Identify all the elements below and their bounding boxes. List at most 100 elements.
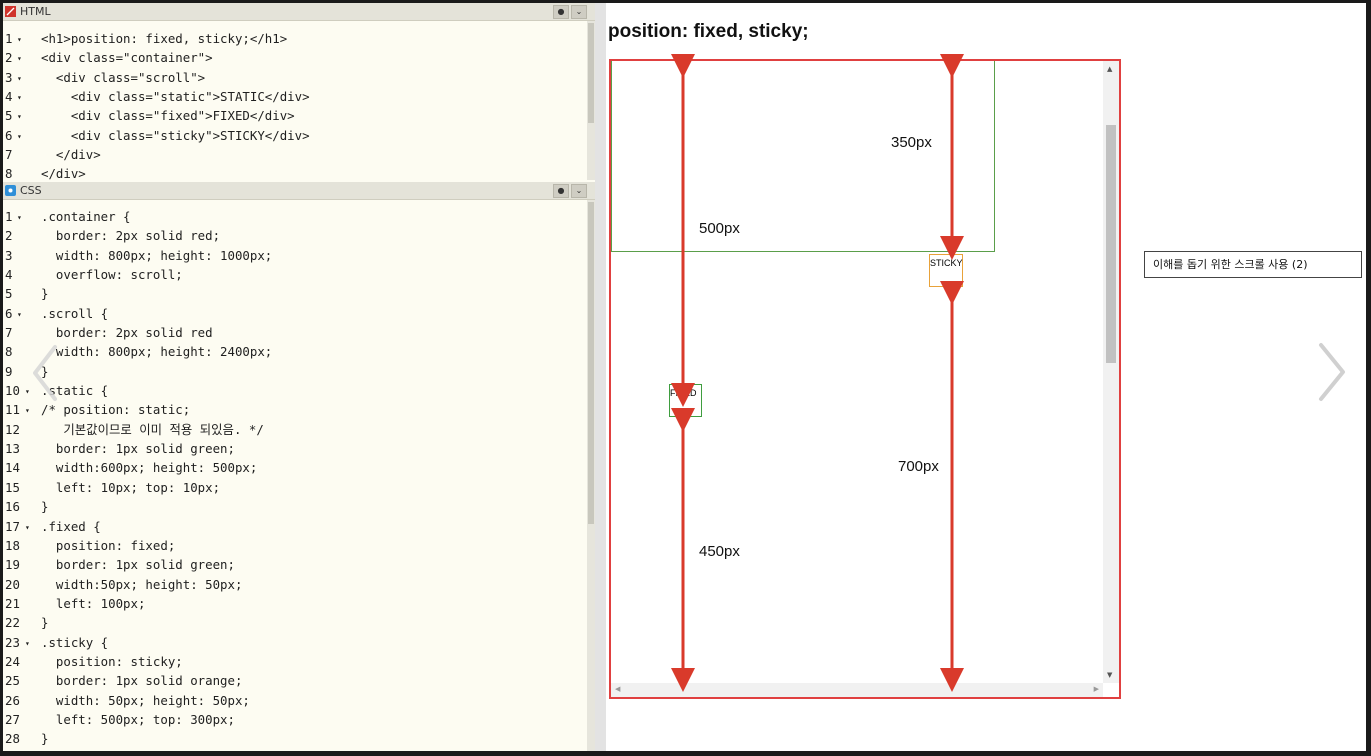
fold-caret-icon[interactable]: ▾ <box>17 208 22 227</box>
gear-icon[interactable]: ● <box>553 184 569 198</box>
code-line[interactable]: 6 ▾ .scroll { <box>3 304 587 323</box>
code-line[interactable]: 4 ▾ <div class="static">STATIC</div> <box>3 87 587 106</box>
line-number: 28 <box>5 731 20 747</box>
code-line[interactable]: 23 ▾ .sticky { <box>3 633 587 652</box>
line-number: 8 <box>5 166 13 182</box>
fold-caret-icon[interactable]: ▾ <box>17 305 22 324</box>
html-editor[interactable]: 1 ▾ <h1>position: fixed, sticky;</h1> 2 ▾ <di… <box>3 29 587 184</box>
fold-caret-icon[interactable]: ▾ <box>17 88 22 107</box>
line-number: 12 <box>5 421 20 437</box>
gear-icon[interactable]: ● <box>553 5 569 19</box>
css-editor-scrollbar[interactable] <box>587 200 595 751</box>
code-line[interactable]: 13 border: 1px solid green; <box>3 439 587 458</box>
fold-caret-icon[interactable]: ▾ <box>17 127 22 146</box>
code-text: position: fixed; <box>41 537 176 553</box>
fold-caret-icon[interactable]: ▾ <box>25 634 30 653</box>
editor-column: HTML ● ⌄ 1 ▾ <h1>position: fixed, sticky;<… <box>3 3 595 751</box>
html-icon <box>5 6 16 17</box>
code-line[interactable]: 27 left: 500px; top: 300px; <box>3 710 587 729</box>
css-icon <box>5 185 16 196</box>
code-line[interactable]: 5} <box>3 284 587 303</box>
css-pane-title: CSS <box>20 184 42 197</box>
fold-caret-icon[interactable]: ▾ <box>17 69 22 88</box>
code-text: width: 50px; height: 50px; <box>41 692 250 708</box>
code-line[interactable]: 21 left: 100px; <box>3 594 587 613</box>
code-text: <div class="scroll"> <box>41 69 206 85</box>
code-line[interactable]: 3 ▾ <div class="scroll"> <box>3 68 587 87</box>
code-line[interactable]: 24 position: sticky; <box>3 652 587 671</box>
code-text: <div class="sticky">STICKY</div> <box>41 127 310 143</box>
fold-caret-icon[interactable]: ▾ <box>17 107 22 126</box>
line-number: 3 <box>5 247 13 263</box>
code-line[interactable]: 7 border: 2px solid red <box>3 323 587 342</box>
code-text: border: 1px solid green; <box>41 441 235 457</box>
measurement-arrows <box>671 54 964 692</box>
code-text: position: sticky; <box>41 653 183 669</box>
code-text: 기본값이므로 이미 적용 되있음. */ <box>41 421 264 437</box>
code-line[interactable]: 4 overflow: scroll; <box>3 265 587 284</box>
pane-divider[interactable] <box>595 3 606 751</box>
line-number: 22 <box>5 615 20 631</box>
code-line[interactable]: 1 ▾ .container { <box>3 207 587 226</box>
css-editor[interactable]: 1 ▾ .container {2 border: 2px solid red; 3 … <box>3 207 587 749</box>
line-number: 4 <box>5 267 13 283</box>
html-editor-scrollbar[interactable] <box>587 21 595 180</box>
code-line[interactable]: 8 </div> <box>3 164 587 183</box>
note-box: 이해를 돕기 위한 스크롤 사용 (2) <box>1144 251 1362 278</box>
code-line[interactable]: 16} <box>3 497 587 516</box>
code-line[interactable]: 5 ▾ <div class="fixed">FIXED</div> <box>3 106 587 125</box>
code-text: } <box>41 286 49 302</box>
scrollbar-thumb[interactable] <box>588 23 594 123</box>
code-text: } <box>41 731 49 747</box>
code-text: .scroll { <box>41 305 109 321</box>
code-line[interactable]: 14 width:600px; height: 500px; <box>3 458 587 477</box>
code-text: .fixed { <box>41 518 101 534</box>
chevron-left-icon[interactable] <box>29 343 59 403</box>
scrollbar-thumb[interactable] <box>588 202 594 524</box>
code-line[interactable]: 20 width:50px; height: 50px; <box>3 575 587 594</box>
measure-350px: 350px <box>891 134 932 151</box>
code-line[interactable]: 1 ▾ <h1>position: fixed, sticky;</h1> <box>3 29 587 48</box>
screenshot-frame: HTML ● ⌄ 1 ▾ <h1>position: fixed, sticky;<… <box>3 3 1366 751</box>
fold-caret-icon[interactable]: ▾ <box>25 518 30 537</box>
code-line[interactable]: 22} <box>3 613 587 632</box>
code-line[interactable]: 3 width: 800px; height: 1000px; <box>3 246 587 265</box>
code-line[interactable]: 9} <box>3 362 587 381</box>
line-number: 2 <box>5 228 13 244</box>
line-number: 23 <box>5 634 20 650</box>
code-text: <div class="fixed">FIXED</div> <box>41 108 295 124</box>
code-line[interactable]: 2 ▾ <div class="container"> <box>3 48 587 67</box>
css-pane-header: CSS ● ⌄ <box>3 182 595 200</box>
code-line[interactable]: 18 position: fixed; <box>3 536 587 555</box>
code-line[interactable]: 28} <box>3 729 587 748</box>
fold-caret-icon[interactable]: ▾ <box>25 401 30 420</box>
chevron-down-icon[interactable]: ⌄ <box>571 184 587 198</box>
code-text: width:600px; height: 500px; <box>41 460 258 476</box>
code-line[interactable]: 7 </div> <box>3 145 587 164</box>
fold-caret-icon[interactable]: ▾ <box>17 30 22 49</box>
code-line[interactable]: 26 width: 50px; height: 50px; <box>3 691 587 710</box>
code-text: /* position: static; <box>41 402 191 418</box>
line-number: 11 <box>5 402 20 418</box>
code-line[interactable]: 10 ▾ .static { <box>3 381 587 400</box>
code-line[interactable]: 15 left: 10px; top: 10px; <box>3 478 587 497</box>
code-line[interactable]: 17 ▾ .fixed { <box>3 517 587 536</box>
code-line[interactable]: 2 border: 2px solid red; <box>3 226 587 245</box>
code-line[interactable]: 19 border: 1px solid green; <box>3 555 587 574</box>
code-line[interactable]: 8 width: 800px; height: 2400px; <box>3 342 587 361</box>
code-text: .container { <box>41 209 131 224</box>
chevron-right-icon[interactable] <box>1316 341 1348 403</box>
code-line[interactable]: 11 ▾ /* position: static; <box>3 400 587 419</box>
code-text: border: 1px solid orange; <box>41 673 243 689</box>
code-text: width: 800px; height: 1000px; <box>41 247 273 263</box>
fold-caret-icon[interactable]: ▾ <box>17 49 22 68</box>
chevron-down-icon[interactable]: ⌄ <box>571 5 587 19</box>
code-text: border: 2px solid red <box>41 325 213 341</box>
code-text: left: 500px; top: 300px; <box>41 711 235 727</box>
code-text: <div class="static">STATIC</div> <box>41 89 310 105</box>
line-number: 9 <box>5 363 13 379</box>
code-line[interactable]: 25 border: 1px solid orange; <box>3 671 587 690</box>
code-line[interactable]: 12 기본값이므로 이미 적용 되있음. */ <box>3 420 587 439</box>
code-line[interactable]: 6 ▾ <div class="sticky">STICKY</div> <box>3 126 587 145</box>
line-number: 6 <box>5 305 13 321</box>
